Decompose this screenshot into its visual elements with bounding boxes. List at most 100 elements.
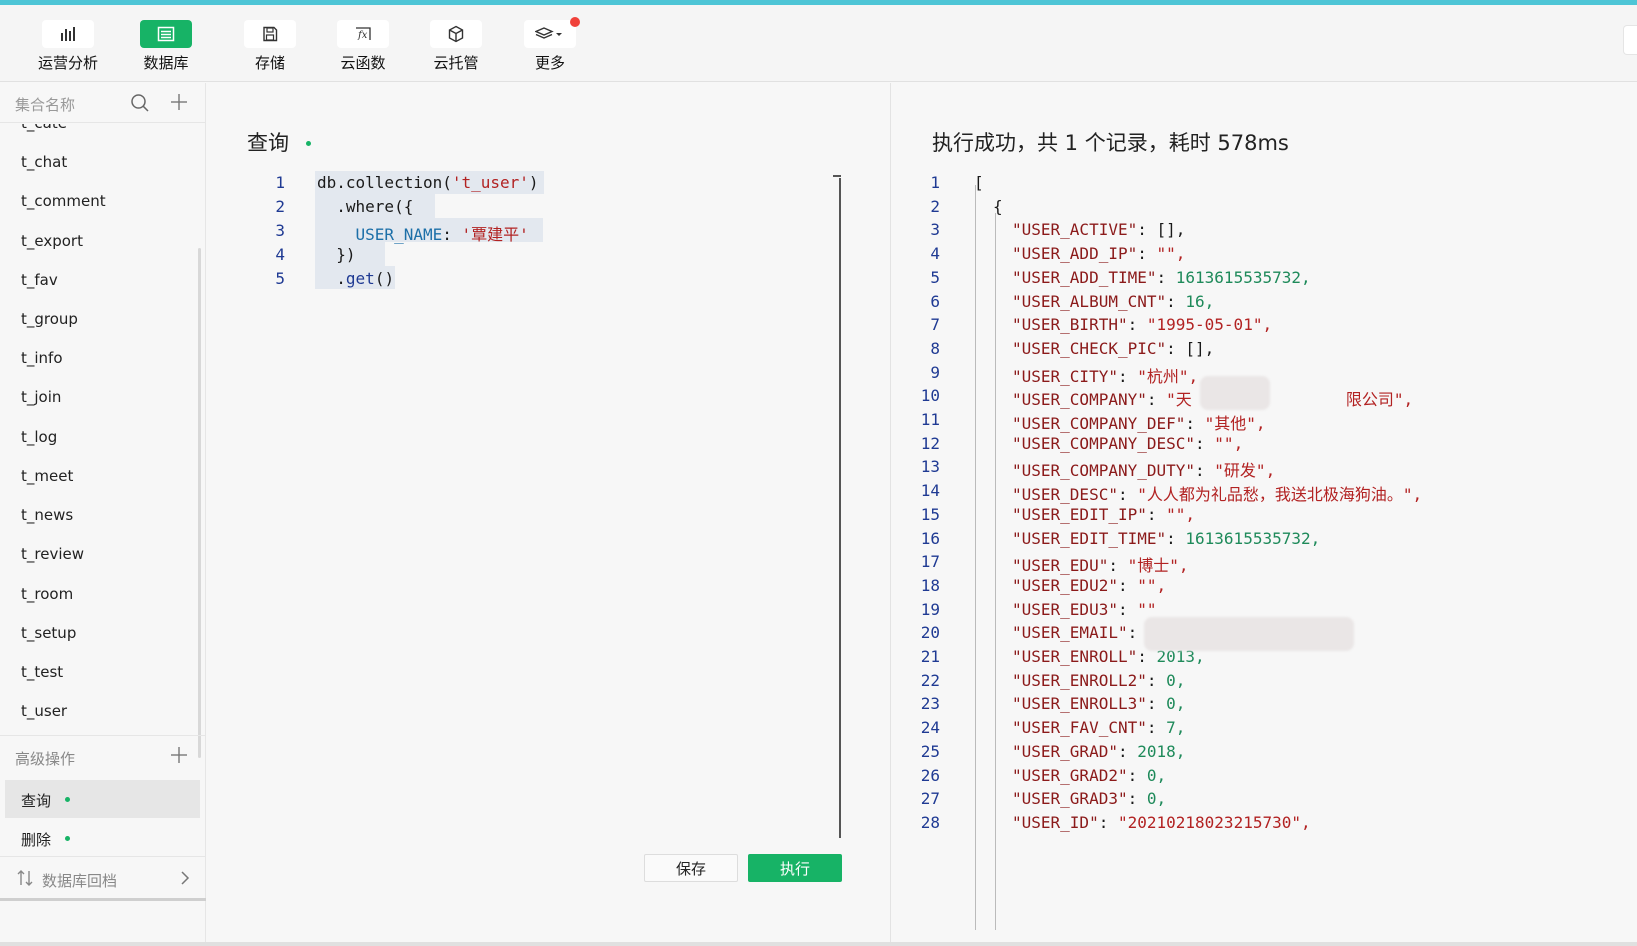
collection-item[interactable]: t_room: [21, 585, 73, 603]
sidebar-scrollbar[interactable]: [198, 248, 201, 758]
json-key: "USER_EMAIL": [1012, 623, 1128, 642]
collection-item[interactable]: t_cate: [21, 124, 67, 132]
result-line: "USER_ACTIVE": [],: [1012, 220, 1185, 239]
json-key: "USER_COMPANY": [1012, 390, 1147, 409]
collection-item[interactable]: t_news: [21, 506, 73, 524]
json-colon: :: [1117, 576, 1138, 595]
result-line-number: 3: [930, 220, 940, 239]
code-line: .where({: [317, 197, 413, 216]
result-line-number: 13: [920, 457, 940, 476]
json-colon: :: [1166, 529, 1186, 548]
search-icon[interactable]: [130, 93, 150, 113]
json-colon: :: [1137, 244, 1157, 263]
run-button[interactable]: 执行: [748, 854, 842, 882]
tool-analytics[interactable]: 运营分析: [28, 20, 108, 73]
collection-item[interactable]: t_group: [21, 310, 78, 328]
add-collection-icon[interactable]: [170, 93, 188, 111]
collection-search-bar: 集合名称: [0, 83, 205, 123]
advanced-ops-label: 高级操作: [15, 750, 76, 768]
search-input[interactable]: 集合名称: [15, 94, 75, 115]
result-line-number: 6: [930, 292, 940, 311]
result-title: 执行成功，共 1 个记录，耗时 578ms: [932, 131, 1289, 155]
code-line: .get(): [317, 269, 394, 288]
operation-query[interactable]: 查询: [5, 780, 200, 818]
result-line: "USER_ADD_IP": "",: [1012, 244, 1185, 263]
save-button[interactable]: 保存: [644, 854, 738, 882]
result-line-number: 24: [920, 718, 940, 737]
json-key: "USER_COMPANY_DUTY": [1012, 461, 1196, 480]
collection-item[interactable]: t_export: [21, 232, 83, 250]
result-line-number: 25: [920, 742, 940, 761]
json-colon: :: [1146, 718, 1167, 737]
json-value: 0,: [1166, 694, 1186, 713]
json-value: [],: [1156, 220, 1186, 239]
json-colon: :: [1195, 434, 1215, 453]
result-line: [: [974, 173, 984, 192]
result-line-number: 10: [920, 386, 940, 405]
json-bracket: [: [974, 173, 984, 192]
json-key: "USER_EDIT_TIME": [1012, 529, 1167, 548]
json-colon: :: [1166, 339, 1186, 358]
json-value: "杭州",: [1137, 367, 1199, 386]
result-line: "USER_EDU": "博士",: [1012, 552, 1189, 576]
code-line: db.collection('t_user'): [317, 173, 539, 192]
json-value: "人人都为礼品愁，我送北极海狗油。",: [1137, 485, 1423, 504]
result-line-number: 20: [920, 623, 940, 642]
database-rollback[interactable]: 数据库回档: [0, 856, 206, 901]
tool-cloud-function[interactable]: fx 云函数: [323, 20, 403, 73]
json-colon: :: [1127, 766, 1147, 785]
add-operation-icon[interactable]: [170, 746, 188, 764]
toolbar: 运营分析 数据库 存储 fx 云函数 云托管 更多: [0, 5, 1637, 82]
tool-storage[interactable]: 存储: [230, 20, 310, 73]
json-colon: :: [1146, 505, 1167, 524]
line-number: 2: [275, 197, 285, 216]
line-number: 3: [275, 221, 285, 240]
operation-delete[interactable]: 删除: [5, 819, 200, 857]
json-colon: :: [1146, 694, 1167, 713]
result-line: "USER_CITY": "杭州",: [1012, 363, 1198, 387]
collection-item[interactable]: t_chat: [21, 153, 67, 171]
result-line: "USER_COMPANY_DUTY": "研发",: [1012, 457, 1275, 481]
json-colon: :: [1098, 813, 1118, 832]
collection-item[interactable]: t_review: [21, 545, 84, 563]
editor-ruler-tick: [833, 175, 841, 177]
result-line-number: 14: [920, 481, 940, 500]
json-key: "USER_EDU": [1012, 556, 1109, 575]
json-key: "USER_GRAD": [1012, 742, 1118, 761]
collection-item[interactable]: t_join: [21, 388, 61, 406]
editor-scrollbar[interactable]: [839, 178, 841, 838]
tool-cloud-hosting[interactable]: 云托管: [416, 20, 496, 73]
tool-more[interactable]: 更多: [510, 17, 590, 73]
collection-item[interactable]: t_test: [21, 663, 63, 681]
redaction-blur: [1144, 617, 1354, 651]
collection-item[interactable]: t_meet: [21, 467, 73, 485]
collection-item[interactable]: t_user: [21, 702, 67, 720]
collection-item[interactable]: t_info: [21, 349, 63, 367]
right-edge-tab[interactable]: [1623, 25, 1637, 55]
result-line-number: 18: [920, 576, 940, 595]
json-value: 7,: [1166, 718, 1186, 737]
code-string: '覃建平': [461, 225, 529, 244]
json-key: "USER_ALBUM_CNT": [1012, 292, 1167, 311]
bar-chart-icon: [42, 20, 94, 48]
collection-item[interactable]: t_comment: [21, 192, 106, 210]
database-icon: [140, 20, 192, 48]
result-line-number: 2: [930, 197, 940, 216]
result-line-number: 12: [920, 434, 940, 453]
status-bar: [0, 942, 1637, 946]
json-key: "USER_ADD_TIME": [1012, 268, 1157, 287]
json-colon: :: [1127, 789, 1147, 808]
result-line: "USER_GRAD2": 0,: [1012, 766, 1166, 785]
tool-database[interactable]: 数据库: [126, 20, 206, 73]
collection-item[interactable]: t_fav: [21, 271, 58, 289]
result-line: "USER_EDU2": "",: [1012, 576, 1166, 595]
json-colon: :: [1117, 367, 1138, 386]
collection-item[interactable]: t_setup: [21, 624, 76, 642]
result-line-number: 23: [920, 694, 940, 713]
result-line: "USER_FAV_CNT": 7,: [1012, 718, 1185, 737]
collection-item[interactable]: t_log: [21, 428, 57, 446]
editor-title: 查询: [247, 131, 289, 155]
code-property: USER_NAME: [355, 225, 443, 244]
result-line-number: 22: [920, 671, 940, 690]
